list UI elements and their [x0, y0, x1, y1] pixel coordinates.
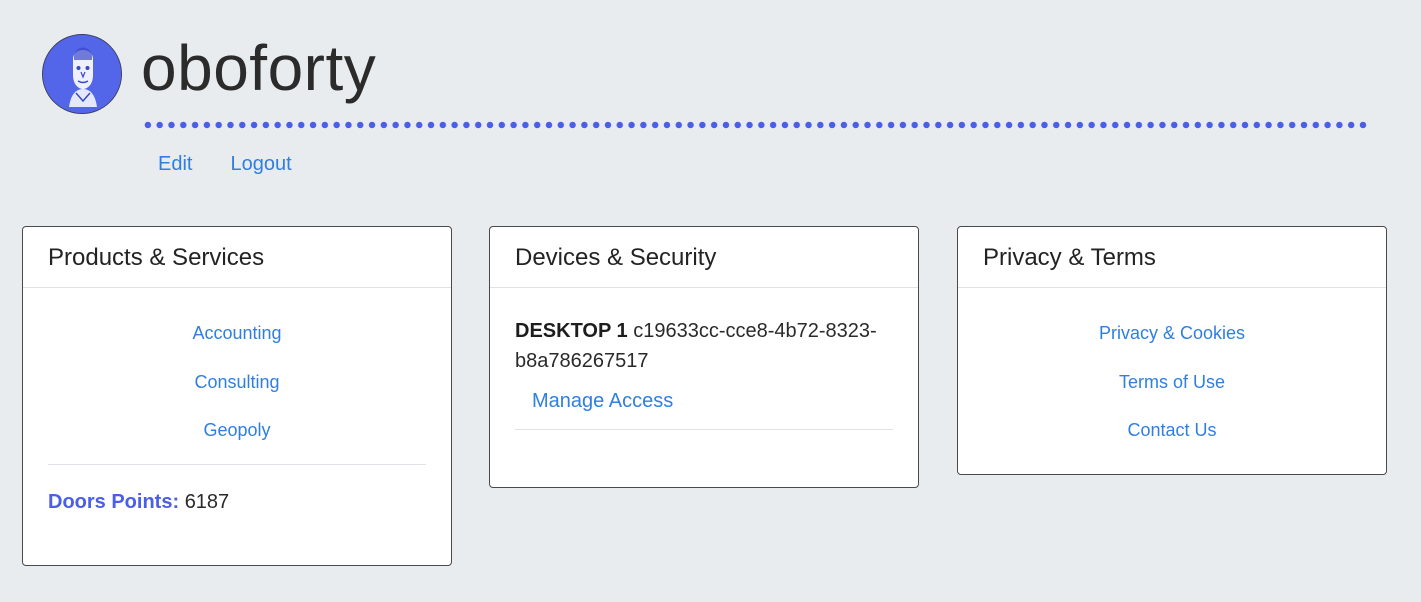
list-item: Geopoly	[48, 418, 426, 442]
doors-points-value: 6187	[184, 490, 230, 513]
username-title: oboforty	[141, 32, 377, 104]
portrait-avatar-icon	[43, 35, 121, 113]
device-entry: DESKTOP 1 c19633cc-cce8-4b72-8323-b8a786…	[515, 288, 893, 376]
list-item: Contact Us	[983, 418, 1361, 442]
list-item: Terms of Use	[983, 370, 1361, 394]
list-item: Privacy & Cookies	[983, 321, 1361, 345]
edit-link[interactable]: Edit	[158, 150, 192, 178]
privacy-cookies-link[interactable]: Privacy & Cookies	[1099, 323, 1245, 343]
avatar	[42, 34, 122, 114]
contact-us-link[interactable]: Contact Us	[1127, 420, 1216, 440]
manage-access-link[interactable]: Manage Access	[532, 386, 673, 416]
consulting-link[interactable]: Consulting	[194, 372, 279, 392]
doors-points-label: Doors Points:	[48, 490, 180, 513]
user-nav: Edit Logout	[158, 150, 292, 178]
devices-divider	[515, 429, 893, 430]
products-services-card: Products & Services Accounting Consultin…	[22, 226, 452, 566]
device-name: DESKTOP 1	[515, 320, 628, 342]
list-item: Accounting	[48, 321, 426, 345]
devices-security-card: Devices & Security DESKTOP 1 c19633cc-cc…	[489, 226, 919, 488]
geopoly-link[interactable]: Geopoly	[203, 420, 270, 440]
devices-card-title: Devices & Security	[490, 227, 918, 288]
accounting-link[interactable]: Accounting	[192, 323, 281, 343]
products-card-title: Products & Services	[23, 227, 451, 288]
privacy-link-list: Privacy & Cookies Terms of Use Contact U…	[983, 288, 1361, 442]
products-link-list: Accounting Consulting Geopoly	[48, 288, 426, 442]
doors-points: Doors Points: 6187	[48, 489, 426, 515]
products-divider	[48, 463, 426, 465]
logout-link[interactable]: Logout	[230, 150, 291, 178]
terms-of-use-link[interactable]: Terms of Use	[1119, 372, 1225, 392]
privacy-card-title: Privacy & Terms	[958, 227, 1386, 288]
dotted-divider	[142, 121, 1368, 129]
list-item: Consulting	[48, 370, 426, 394]
privacy-terms-card: Privacy & Terms Privacy & Cookies Terms …	[957, 226, 1387, 475]
